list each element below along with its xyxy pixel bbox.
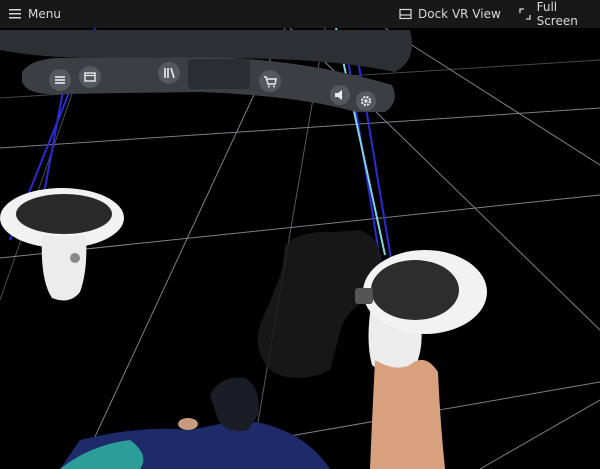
vr-scene <box>0 27 600 469</box>
right-controller <box>355 250 487 376</box>
dock-vr-view-label: Dock VR View <box>418 7 501 21</box>
window-icon[interactable] <box>79 66 101 88</box>
dock-window-icon <box>399 8 412 20</box>
hamburger-icon <box>9 9 21 19</box>
dock-vr-view-button[interactable]: Dock VR View <box>399 0 501 28</box>
menu-label: Menu <box>28 7 61 21</box>
volume-icon[interactable] <box>330 85 350 105</box>
settings-gear-icon[interactable] <box>356 91 376 111</box>
full-screen-label: Full Screen <box>536 0 578 28</box>
avatar-body <box>60 377 330 469</box>
vr-viewport: Menu Dock VR View Full Screen <box>0 0 600 469</box>
avatar-arm <box>370 359 445 469</box>
left-controller <box>0 188 124 301</box>
full-screen-button[interactable]: Full Screen <box>519 0 600 28</box>
library-icon[interactable] <box>158 62 180 84</box>
menu-button[interactable]: Menu <box>8 0 61 28</box>
expand-icon <box>519 8 531 20</box>
menu-icon[interactable] <box>49 69 71 91</box>
store-cart-icon[interactable] <box>259 70 281 92</box>
top-toolbar: Menu Dock VR View Full Screen <box>0 0 600 28</box>
shadow-silhouette <box>257 230 381 379</box>
